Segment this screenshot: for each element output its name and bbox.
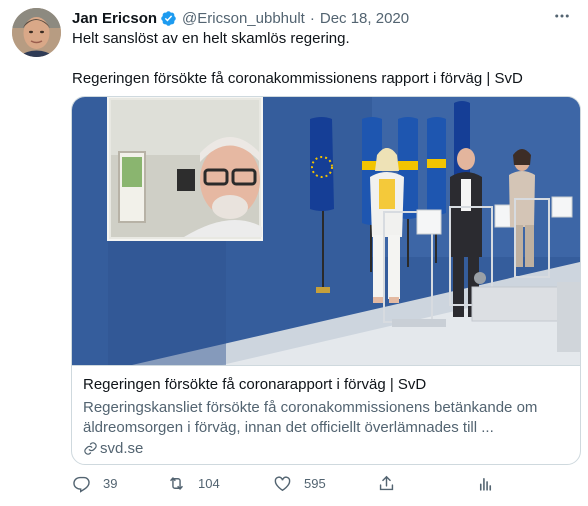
- like-button[interactable]: 595: [273, 474, 326, 493]
- more-icon[interactable]: [550, 6, 574, 26]
- author-handle[interactable]: @Ericson_ubbhult: [182, 10, 305, 27]
- header-separator: ·: [309, 9, 315, 27]
- card-description: Regeringskansliet försökte få coronakomm…: [83, 398, 563, 438]
- share-icon: [379, 475, 394, 491]
- card-title: Regeringen försökte få coronarapport i f…: [83, 376, 427, 393]
- like-icon: [274, 476, 291, 492]
- link-icon: [84, 442, 97, 455]
- link-card[interactable]: Regeringen försökte få coronarapport i f…: [71, 96, 581, 465]
- author-name[interactable]: Jan Ericson: [72, 10, 157, 27]
- analytics-button[interactable]: [476, 474, 495, 493]
- tweet[interactable]: Jan Ericson @Ericson_ubbhult · Dec 18, 2…: [0, 0, 588, 506]
- retweet-button[interactable]: 104: [167, 474, 220, 493]
- avatar[interactable]: [12, 8, 61, 57]
- tweet-text-line-2: Regeringen försökte få coronakommissione…: [72, 70, 523, 87]
- tweet-text-line-1: Helt sanslöst av en helt skamlös regerin…: [72, 30, 350, 47]
- card-description-line-1: Regeringskansliet försökte få coronakomm…: [83, 399, 538, 416]
- tweet-header: Jan Ericson @Ericson_ubbhult · Dec 18, 2…: [72, 8, 409, 28]
- reply-count: 39: [103, 476, 118, 491]
- card-description-line-2: äldreomsorgen i förväg, innan det offici…: [83, 419, 494, 436]
- action-bar: 39 104 595: [72, 474, 502, 496]
- tweet-date[interactable]: Dec 18, 2020: [320, 10, 409, 27]
- card-domain-text: svd.se: [100, 440, 144, 457]
- reply-button[interactable]: 39: [72, 474, 117, 493]
- card-image[interactable]: [72, 97, 580, 365]
- retweet-count: 104: [198, 476, 220, 491]
- verified-badge-icon: [160, 10, 177, 27]
- card-info[interactable]: Regeringen försökte få coronarapport i f…: [72, 365, 580, 464]
- share-button[interactable]: [377, 474, 396, 493]
- analytics-icon: [479, 477, 492, 491]
- retweet-icon: [170, 477, 183, 490]
- like-count: 595: [304, 476, 326, 491]
- card-domain: svd.se: [83, 440, 143, 457]
- reply-icon: [73, 476, 90, 493]
